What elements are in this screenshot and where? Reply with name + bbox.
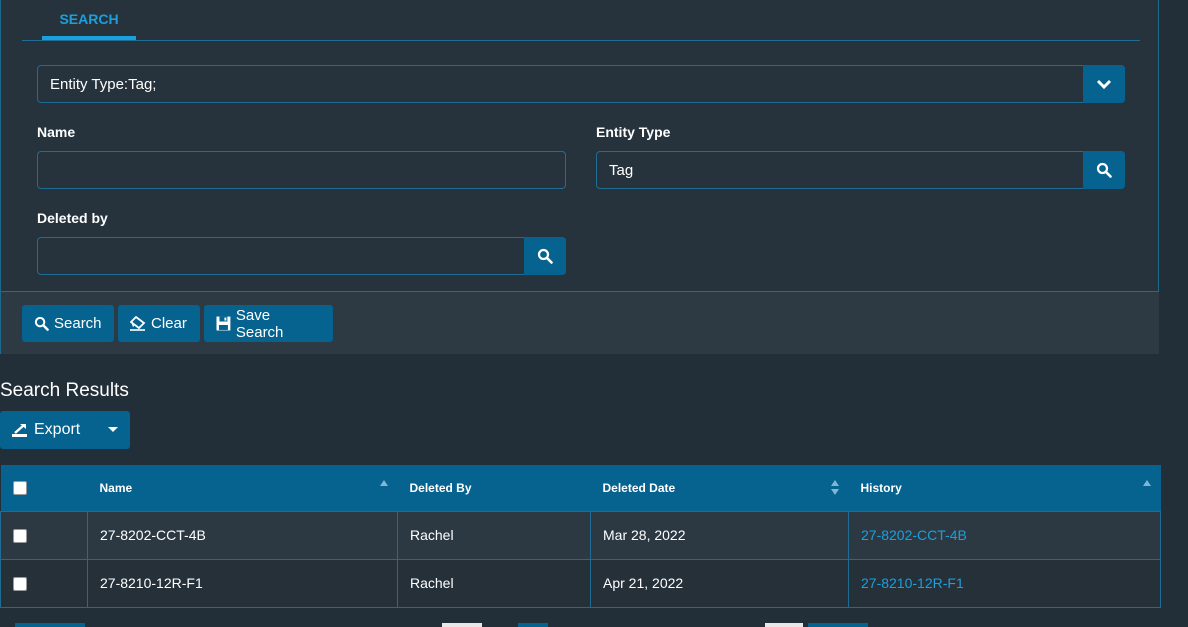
pager-first-button[interactable] xyxy=(15,623,85,627)
table-row: 27-8202-CCT-4B Rachel Mar 28, 2022 27-82… xyxy=(0,510,1161,560)
filter-summary-select[interactable]: Entity Type:Tag; xyxy=(37,65,1125,103)
export-icon xyxy=(12,423,27,437)
deleted-by-search-button[interactable] xyxy=(524,237,566,275)
tab-search[interactable]: SEARCH xyxy=(42,0,136,40)
export-button-label: Export xyxy=(34,421,81,438)
deleted-by-cell: Rachel xyxy=(397,558,591,608)
clear-button-label: Clear xyxy=(151,315,187,332)
pager-size-select[interactable] xyxy=(808,623,868,627)
column-header-history-label: History xyxy=(860,480,902,495)
search-actions-bar: Search Clear Save Search xyxy=(1,291,1159,354)
history-link[interactable]: 27-8210-12R-F1 xyxy=(848,558,1161,608)
search-panel: SEARCH Entity Type:Tag; Name Entity Type… xyxy=(0,0,1159,354)
deleted-by-cell: Rachel xyxy=(397,510,591,560)
column-header-deleted-by-label: Deleted By xyxy=(409,480,472,495)
tab-bar: SEARCH xyxy=(22,0,1140,41)
deleted-by-input[interactable] xyxy=(37,237,566,275)
select-all-checkbox[interactable] xyxy=(12,481,27,496)
search-icon xyxy=(537,248,553,264)
search-icon xyxy=(34,316,49,331)
entity-type-label: Entity Type xyxy=(596,124,671,140)
pager-go-button[interactable] xyxy=(518,623,548,627)
name-input[interactable] xyxy=(37,151,566,189)
search-button-label: Search xyxy=(54,315,102,332)
save-search-button-label: Save Search xyxy=(235,306,284,341)
column-header-deleted-date[interactable]: Deleted Date xyxy=(590,465,849,511)
column-header-deleted-date-label: Deleted Date xyxy=(602,480,676,495)
results-table: Name Deleted By Deleted Date History 27-… xyxy=(0,465,1161,608)
chevron-down-icon xyxy=(1096,79,1112,90)
select-all-header[interactable] xyxy=(0,465,88,511)
export-button[interactable]: Export xyxy=(0,411,130,449)
sort-icon xyxy=(830,480,839,496)
row-checkbox[interactable] xyxy=(13,577,27,592)
deleted-by-label: Deleted by xyxy=(37,210,108,226)
pager-size-input[interactable] xyxy=(765,623,803,627)
column-header-history[interactable]: History xyxy=(848,465,1161,511)
row-checkbox-cell[interactable] xyxy=(0,510,88,560)
row-checkbox[interactable] xyxy=(13,529,27,544)
save-icon xyxy=(216,316,231,331)
sort-asc-icon xyxy=(1142,480,1151,486)
row-checkbox-cell[interactable] xyxy=(0,558,88,608)
pager-page-input[interactable] xyxy=(442,623,482,627)
sort-asc-icon xyxy=(379,480,388,486)
history-link[interactable]: 27-8202-CCT-4B xyxy=(848,510,1161,560)
deleted-date-cell: Mar 28, 2022 xyxy=(590,510,849,560)
search-button[interactable]: Search xyxy=(22,305,114,342)
table-row: 27-8210-12R-F1 Rachel Apr 21, 2022 27-82… xyxy=(0,558,1161,608)
expand-filter-button[interactable] xyxy=(1083,65,1125,103)
entity-type-value: Tag xyxy=(609,162,634,179)
clear-button[interactable]: Clear xyxy=(118,305,200,342)
column-header-name-label: Name xyxy=(99,480,133,495)
save-search-button[interactable]: Save Search xyxy=(204,305,333,342)
eraser-icon xyxy=(130,316,146,331)
entity-type-search-button[interactable] xyxy=(1083,151,1125,189)
entity-type-input[interactable]: Tag xyxy=(596,151,1125,189)
column-header-deleted-by[interactable]: Deleted By xyxy=(397,465,591,511)
caret-down-icon[interactable] xyxy=(108,427,118,432)
filter-summary-text: Entity Type:Tag; xyxy=(50,76,157,93)
name-cell: 27-8210-12R-F1 xyxy=(87,558,398,608)
name-label: Name xyxy=(37,124,76,140)
table-header-row: Name Deleted By Deleted Date History xyxy=(0,465,1161,511)
name-cell: 27-8202-CCT-4B xyxy=(87,510,398,560)
search-results-title: Search Results xyxy=(0,380,129,401)
deleted-date-cell: Apr 21, 2022 xyxy=(590,558,849,608)
search-icon xyxy=(1096,162,1112,178)
column-header-name[interactable]: Name xyxy=(87,465,398,511)
